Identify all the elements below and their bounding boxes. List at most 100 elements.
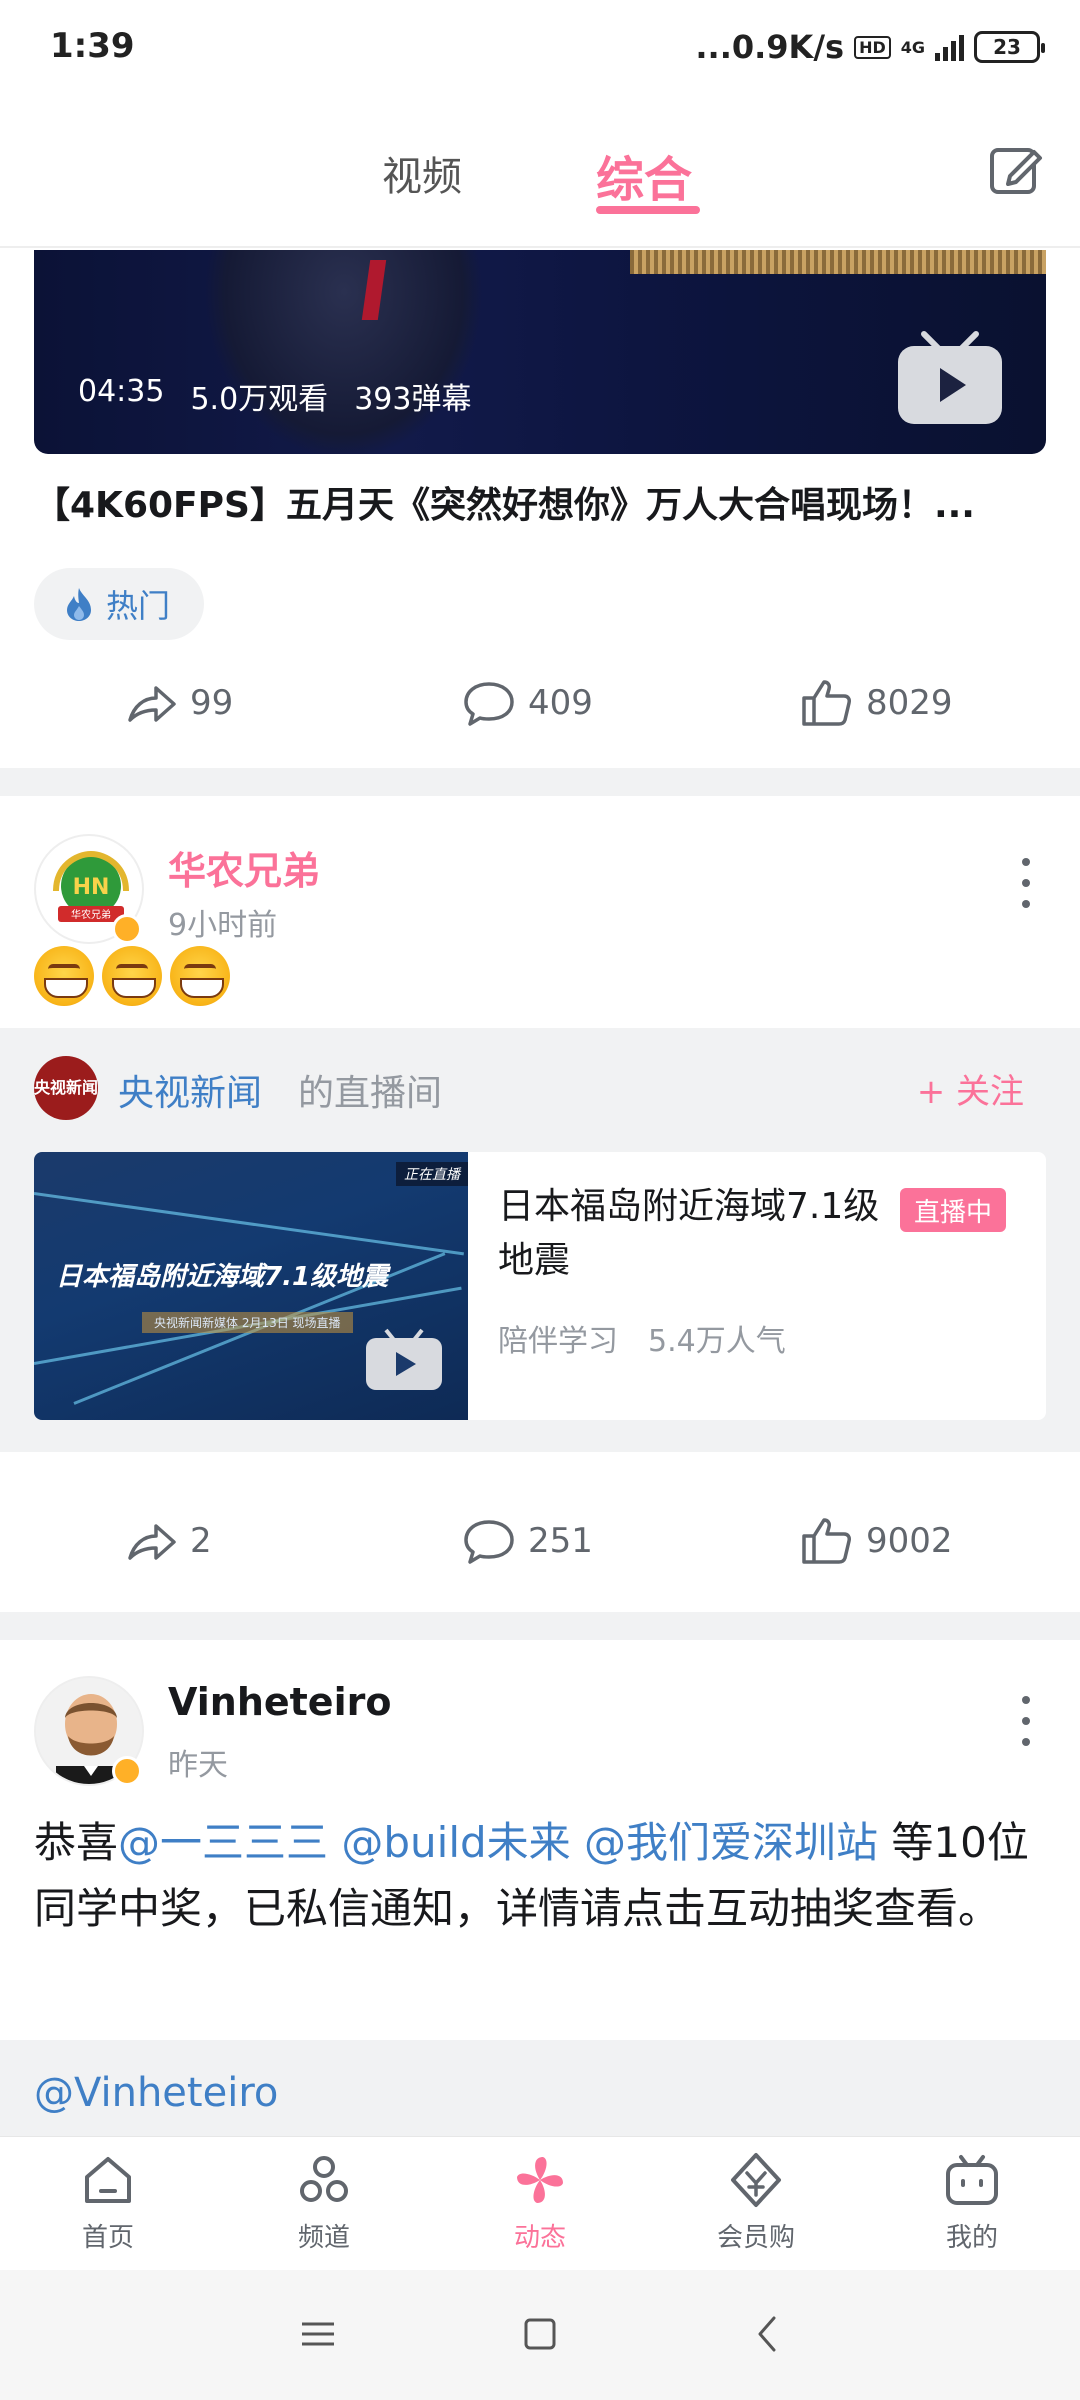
battery-icon: 23: [974, 31, 1045, 63]
video-title[interactable]: 【4K60FPS】五月天《突然好想你》万人大合唱现场！...: [34, 476, 1046, 528]
live-card[interactable]: 正在直播 日本福岛附近海域7.1级地震 央视新闻新媒体 2月13日 现场直播 日…: [34, 1152, 1046, 1420]
like-button[interactable]: 9002: [800, 1514, 953, 1568]
feed[interactable]: 04:35 5.0万观看 393弹幕 【4K60FPS】五月天《突然好想你》万人…: [0, 250, 1080, 2136]
comment-icon: [464, 1520, 514, 1564]
nav-label: 动态: [513, 2223, 566, 2253]
grin-emoji-icon: [170, 946, 230, 1006]
video-thumbnail[interactable]: 04:35 5.0万观看 393弹幕: [34, 250, 1046, 454]
status-indicators: ...0.9K/s HD 4G 23: [695, 28, 1045, 66]
mention-link[interactable]: @一三三三: [118, 1818, 328, 1867]
verified-badge-icon: [112, 914, 142, 944]
live-category: 陪伴学习: [498, 1324, 618, 1359]
svg-text:华农兄弟: 华农兄弟: [71, 908, 111, 921]
mention-link[interactable]: @build未来: [341, 1818, 570, 1867]
follow-button[interactable]: + 关注: [917, 1064, 1024, 1113]
post-author[interactable]: 华农兄弟: [168, 840, 320, 895]
video-danmaku: 393弹幕: [354, 382, 472, 417]
dynamic-icon: [517, 2157, 563, 2203]
live-share-box[interactable]: 央视新闻 央视新闻 的直播间 + 关注 正在直播 日本福岛附近海域7.1级地震 …: [0, 1028, 1080, 1452]
hd-icon: HD: [854, 35, 891, 59]
post-card-text: Vinheteiro 昨天 恭喜@一三三三 @build未来 @我们爱深圳站 等…: [0, 1640, 1080, 2136]
cctv-news-logo: 央视新闻: [34, 1056, 98, 1120]
bottom-nav: 首页 频道 动态 会员购 我的: [0, 2136, 1080, 2270]
card-separator: [0, 768, 1080, 796]
like-count: 9002: [866, 1521, 953, 1561]
verified-badge-icon: [112, 1756, 142, 1786]
share-count: 2: [190, 1521, 212, 1561]
more-options-icon[interactable]: [1020, 858, 1032, 908]
network-speed: ...0.9K/s: [695, 28, 845, 66]
live-badge: 直播中: [900, 1188, 1007, 1232]
home-icon: [85, 2157, 131, 2203]
comment-icon: [464, 682, 514, 726]
share-button[interactable]: 99: [124, 676, 233, 730]
mention-link[interactable]: @我们爱深圳站: [584, 1818, 878, 1867]
hot-tag[interactable]: 热门: [34, 568, 205, 640]
post-time: 昨天: [168, 1748, 228, 1783]
nav-label: 频道: [297, 2223, 350, 2253]
live-cover-text: 日本福岛附近海域7.1级地震: [56, 1262, 389, 1292]
home-square-icon[interactable]: [520, 2314, 560, 2354]
comment-button[interactable]: 409: [462, 676, 593, 730]
battery-level: 23: [993, 35, 1021, 59]
nav-mine[interactable]: 我的: [902, 2151, 1042, 2254]
share-icon: [128, 1524, 176, 1560]
live-cover-subtitle: 央视新闻新媒体 2月13日 现场直播: [142, 1312, 353, 1333]
status-time: 1:39: [50, 26, 135, 66]
shop-icon: [731, 2153, 781, 2207]
play-icon[interactable]: [894, 330, 1006, 426]
video-meta: 04:35 5.0万观看 393弹幕: [78, 374, 471, 418]
nav-dynamic[interactable]: 动态: [470, 2151, 610, 2254]
like-icon: [802, 680, 851, 726]
nav-label: 我的: [945, 2223, 998, 2253]
tab-video[interactable]: 视频: [382, 144, 462, 202]
action-bar: 2 251 9002: [0, 1514, 1080, 1574]
video-views: 5.0万观看: [190, 382, 329, 417]
compose-icon[interactable]: [988, 142, 1044, 198]
back-icon[interactable]: [748, 2314, 788, 2354]
post-time: 9小时前: [168, 908, 278, 943]
post-text-prefix: 恭喜: [34, 1818, 119, 1867]
like-icon: [802, 1518, 851, 1564]
network-type: 4G: [900, 37, 925, 57]
system-nav-bar: [0, 2270, 1080, 2400]
post-card-video: 04:35 5.0万观看 393弹幕 【4K60FPS】五月天《突然好想你》万人…: [0, 250, 1080, 768]
live-room-owner[interactable]: 央视新闻: [118, 1064, 262, 1116]
live-cover-tag: 正在直播: [396, 1162, 468, 1186]
channel-icon: [300, 2156, 348, 2202]
post-author[interactable]: Vinheteiro: [168, 1680, 391, 1724]
share-icon: [128, 686, 176, 722]
nav-home[interactable]: 首页: [38, 2151, 178, 2254]
like-count: 8029: [866, 683, 953, 723]
more-options-icon[interactable]: [1020, 1696, 1032, 1746]
like-button[interactable]: 8029: [800, 676, 953, 730]
tab-all[interactable]: 综合: [596, 140, 692, 210]
live-popularity: 5.4万人气: [648, 1324, 786, 1359]
post-text: 恭喜@一三三三 @build未来 @我们爱深圳站 等10位同学中奖，已私信通知，…: [34, 1810, 1054, 1942]
tv-icon: [946, 2155, 998, 2205]
share-count: 99: [190, 683, 234, 723]
comment-count: 251: [528, 1521, 593, 1561]
nav-label: 会员购: [716, 2223, 795, 2253]
grin-emoji-icon: [34, 946, 94, 1006]
nav-channel[interactable]: 频道: [254, 2151, 394, 2254]
nav-shop[interactable]: 会员购: [686, 2151, 826, 2254]
hot-tag-label: 热门: [106, 587, 171, 625]
flame-icon: [67, 588, 91, 621]
repost-user[interactable]: @Vinheteiro: [34, 2070, 278, 2116]
status-bar: 1:39 ...0.9K/s HD 4G 23: [0, 0, 1080, 96]
signal-icon: [935, 33, 964, 61]
tv-play-icon: [366, 1328, 442, 1390]
share-button[interactable]: 2: [124, 1514, 212, 1568]
repost-box[interactable]: @Vinheteiro: [0, 2040, 1080, 2136]
live-meta: 陪伴学习 5.4万人气: [498, 1316, 786, 1360]
comment-button[interactable]: 251: [462, 1514, 593, 1568]
live-room-suffix: 的直播间: [298, 1073, 443, 1114]
comment-count: 409: [528, 683, 593, 723]
nav-label: 首页: [81, 2223, 134, 2253]
menu-icon[interactable]: [298, 2314, 338, 2354]
live-title[interactable]: 日本福岛附近海域7.1级地震: [498, 1180, 898, 1288]
screen: 1:39 ...0.9K/s HD 4G 23 视频 综合 04:35 5.0万…: [0, 0, 1080, 2400]
video-duration: 04:35: [78, 374, 165, 409]
svg-text:HN: HN: [73, 875, 110, 900]
